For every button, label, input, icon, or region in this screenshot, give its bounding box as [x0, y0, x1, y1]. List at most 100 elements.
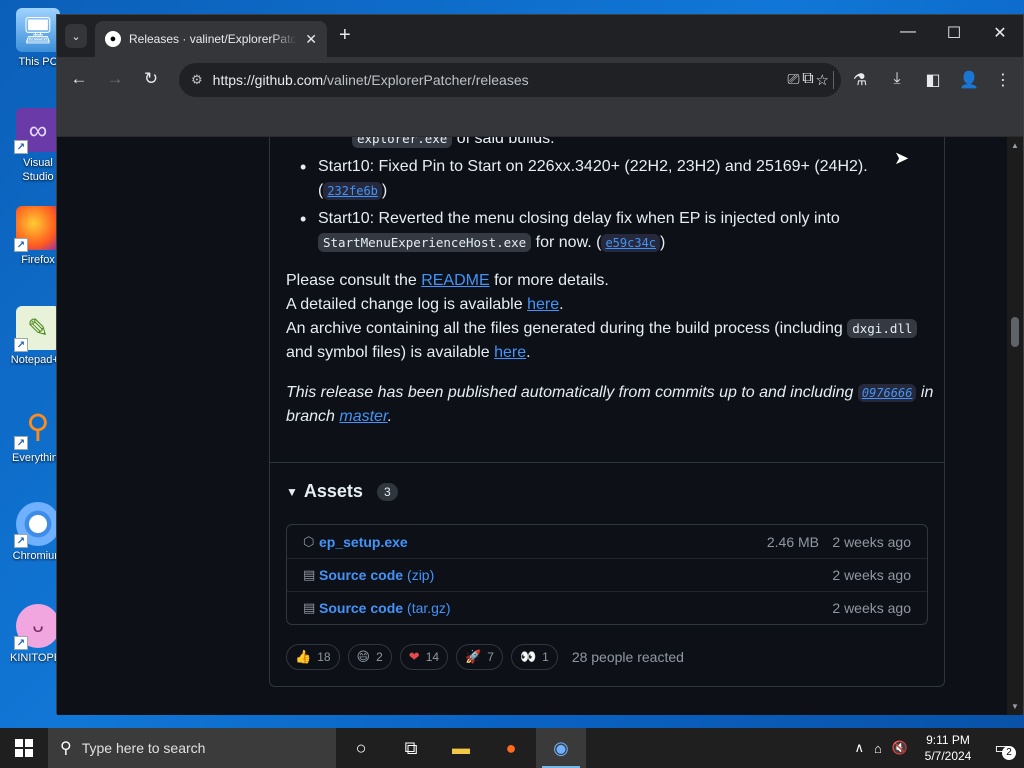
- profile-icon[interactable]: 👤: [958, 70, 980, 90]
- browser-tab[interactable]: ● Releases · valinet/ExplorerPatcher ✕: [95, 21, 327, 57]
- asset-row[interactable]: ⬡ ep_setup.exe 2.46 MB 2 weeks ago: [287, 525, 927, 558]
- archive-link[interactable]: here: [494, 344, 526, 361]
- scroll-up-arrow-icon[interactable]: ▲: [1011, 141, 1019, 150]
- commit-link[interactable]: 232fe6b: [323, 182, 382, 200]
- list-text: for now. (: [531, 234, 602, 251]
- start-button[interactable]: [0, 728, 48, 768]
- site-info-icon[interactable]: ⚙: [191, 72, 203, 88]
- chromium-icon: ◉: [553, 737, 569, 758]
- release-notes: explorer.exe of said builds. Start10: Fi…: [286, 137, 933, 429]
- forward-button[interactable]: →: [103, 69, 127, 89]
- assets-toggle[interactable]: ▼ Assets 3: [286, 481, 398, 502]
- inline-code: StartMenuExperienceHost.exe: [318, 233, 532, 252]
- url-text: https://github.com/valinet/ExplorerPatch…: [213, 72, 529, 88]
- reactions-bar: 👍 18 😄 2 ❤ 14 🚀 7 👀 1 28 people reacted: [286, 644, 684, 670]
- reaction-count: 18: [317, 650, 331, 664]
- tab-search-button[interactable]: ⌄: [65, 24, 87, 48]
- reaction-rocket[interactable]: 🚀 7: [456, 644, 503, 670]
- scrollbar-thumb[interactable]: [1011, 317, 1019, 347]
- reaction-laugh[interactable]: 😄 2: [347, 644, 392, 670]
- extensions-icon[interactable]: ⧉: [797, 70, 819, 88]
- inline-code: dxgi.dll: [847, 319, 918, 338]
- readme-link[interactable]: README: [421, 272, 489, 289]
- asset-link[interactable]: Source code: [319, 600, 403, 616]
- asset-link[interactable]: Source code: [319, 567, 403, 583]
- package-icon: ⬡: [303, 533, 315, 549]
- note-text: in: [916, 384, 934, 401]
- chromium-taskbar-button[interactable]: ◉: [536, 728, 586, 768]
- reaction-count: 1: [542, 650, 549, 664]
- task-view-button[interactable]: ⧉: [386, 728, 436, 768]
- reaction-count: 14: [425, 650, 440, 664]
- paragraph-text: A detailed change log is available: [286, 296, 528, 313]
- note-text: branch: [286, 408, 340, 425]
- minimize-button[interactable]: —: [885, 23, 931, 41]
- chromium-icon: ↗: [14, 502, 60, 548]
- computer-icon: 🖥: [16, 8, 60, 52]
- search-icon: ⚲ ↗: [14, 404, 60, 450]
- reaction-heart[interactable]: ❤ 14: [399, 644, 449, 670]
- commit-link[interactable]: e59c34c: [601, 234, 661, 252]
- close-window-button[interactable]: ✕: [977, 23, 1023, 43]
- task-view-icon: ⧉: [404, 737, 418, 758]
- paragraph-text: for more details.: [489, 272, 609, 289]
- scroll-down-arrow-icon[interactable]: ▼: [1011, 702, 1019, 711]
- asset-row[interactable]: ▤ Source code (zip) 2 weeks ago: [287, 558, 927, 591]
- asset-format: (tar.gz): [407, 600, 451, 616]
- menu-kebab-icon[interactable]: ⋮: [992, 70, 1014, 90]
- chevron-down-icon: ⌄: [71, 30, 81, 43]
- commit-link[interactable]: 0976666: [857, 384, 917, 402]
- list-item: Start10: Reverted the menu closing delay…: [286, 207, 933, 255]
- notepad-icon: ✎ ↗: [14, 306, 60, 352]
- side-panel-icon[interactable]: ◧: [922, 70, 944, 90]
- section-divider: [270, 462, 944, 463]
- list-text: Start10: Reverted the menu closing delay…: [318, 210, 840, 227]
- file-explorer-button[interactable]: ▬: [436, 728, 486, 768]
- branch-link[interactable]: master: [339, 408, 387, 425]
- thumbs-up-icon: 👍: [295, 649, 312, 664]
- browser-window: ⌄ ● Releases · valinet/ExplorerPatcher ✕…: [56, 14, 1024, 715]
- file-zip-icon: ▤: [303, 567, 316, 582]
- clock[interactable]: 9:11 PM 5/7/2024: [918, 732, 978, 764]
- triangle-down-icon: ▼: [286, 484, 298, 499]
- notification-center-button[interactable]: ▭ 2: [988, 734, 1016, 762]
- url-path: /valinet/ExplorerPatcher/releases: [323, 72, 529, 88]
- download-icon[interactable]: ⤓: [886, 70, 908, 88]
- tab-title: Releases · valinet/ExplorerPatcher: [129, 32, 297, 46]
- release-card: explorer.exe of said builds. Start10: Fi…: [269, 137, 945, 687]
- bookmarks-bar: [57, 103, 1023, 137]
- cortana-button[interactable]: ○: [336, 728, 386, 768]
- reactions-summary: 28 people reacted: [571, 649, 684, 665]
- paragraph-text: and symbol files) is available: [286, 344, 495, 361]
- search-icon: ⚲: [60, 740, 72, 757]
- asset-date: 2 weeks ago: [832, 567, 911, 583]
- volume-muted-icon[interactable]: 🔇: [892, 740, 908, 756]
- address-bar[interactable]: ⚙ https://github.com/valinet/ExplorerPat…: [179, 63, 841, 97]
- rocket-icon: 🚀: [465, 649, 482, 664]
- reload-button[interactable]: ↻: [139, 69, 163, 89]
- changelog-link[interactable]: here: [527, 296, 559, 313]
- page-scrollbar[interactable]: ▲ ▼: [1007, 137, 1023, 715]
- network-icon[interactable]: ⌂: [874, 741, 882, 756]
- list-text: of said builds.: [452, 137, 555, 147]
- paragraph-text: Please consult the: [286, 272, 422, 289]
- asset-date: 2 weeks ago: [832, 533, 911, 550]
- axolotl-icon: ᴗ ↗: [14, 604, 60, 650]
- mouse-cursor-icon: ➤: [894, 148, 910, 168]
- close-tab-icon[interactable]: ✕: [305, 31, 317, 48]
- paragraph-text: An archive containing all the files gene…: [286, 320, 848, 337]
- maximize-button[interactable]: ☐: [931, 23, 977, 43]
- asset-link[interactable]: ep_setup.exe: [319, 534, 408, 550]
- list-text: Start10: Fixed Pin to Start on 226xx.342…: [318, 158, 868, 175]
- firefox-icon: ●: [505, 737, 517, 758]
- reaction-eyes[interactable]: 👀 1: [510, 644, 558, 670]
- asset-row[interactable]: ▤ Source code (tar.gz) 2 weeks ago: [287, 591, 927, 624]
- chevron-up-icon[interactable]: ∧: [854, 740, 864, 756]
- asset-list: ⬡ ep_setup.exe 2.46 MB 2 weeks ago ▤ Sou…: [286, 524, 928, 625]
- new-tab-button[interactable]: +: [339, 25, 351, 45]
- reaction-thumbs-up[interactable]: 👍 18: [286, 644, 340, 670]
- labs-flask-icon[interactable]: ⚗: [849, 70, 871, 90]
- taskbar-search-box[interactable]: ⚲ Type here to search: [48, 728, 336, 768]
- firefox-taskbar-button[interactable]: ●: [486, 728, 536, 768]
- back-button[interactable]: ←: [67, 69, 91, 89]
